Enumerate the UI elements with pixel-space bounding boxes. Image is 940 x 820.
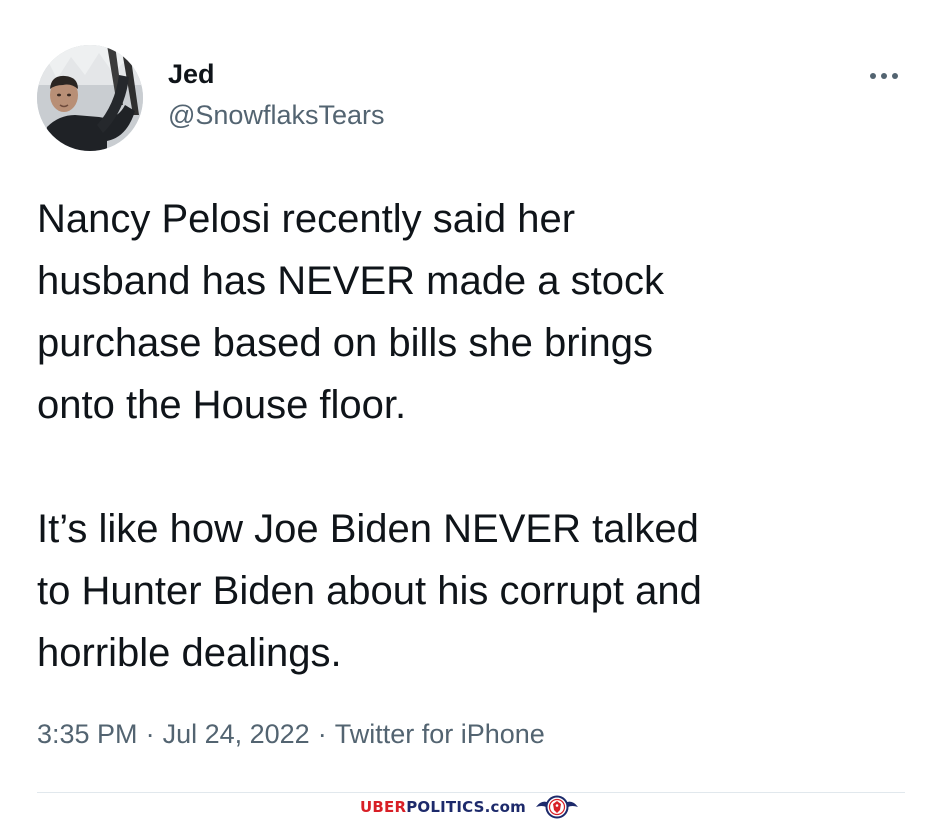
more-horizontal-icon [870, 73, 876, 79]
watermark: UBERPOLITICS.com [360, 795, 580, 819]
watermark-politics: POLITICS.com [406, 798, 526, 816]
watermark-text: UBERPOLITICS.com [360, 798, 526, 816]
display-name[interactable]: Jed [168, 57, 215, 91]
profile-photo-icon [37, 45, 143, 151]
watermark-uber: UBER [360, 798, 407, 816]
more-horizontal-icon [881, 73, 887, 79]
tweet-metadata: 3:35 PM · Jul 24, 2022 · Twitter for iPhone [37, 716, 545, 752]
tweet-date[interactable]: Jul 24, 2022 [163, 719, 310, 749]
tweet-time[interactable]: 3:35 PM [37, 719, 138, 749]
tweet-text: Nancy Pelosi recently said her husband h… [37, 188, 907, 684]
tweet-paragraph: Nancy Pelosi recently said her husband h… [37, 197, 665, 427]
more-options-button[interactable] [862, 62, 906, 90]
avatar[interactable] [37, 45, 143, 151]
tweet-source[interactable]: Twitter for iPhone [335, 719, 545, 749]
tweet-card: Jed @SnowflaksTears Nancy Pelosi recentl… [0, 0, 940, 820]
tweet-paragraph: It’s like how Joe Biden NEVER talked to … [37, 507, 702, 675]
meta-separator: · [317, 719, 327, 749]
divider [37, 792, 905, 793]
meta-separator: · [145, 719, 155, 749]
user-handle[interactable]: @SnowflaksTears [168, 98, 385, 132]
more-horizontal-icon [892, 73, 898, 79]
eagle-seal-icon [535, 795, 578, 819]
